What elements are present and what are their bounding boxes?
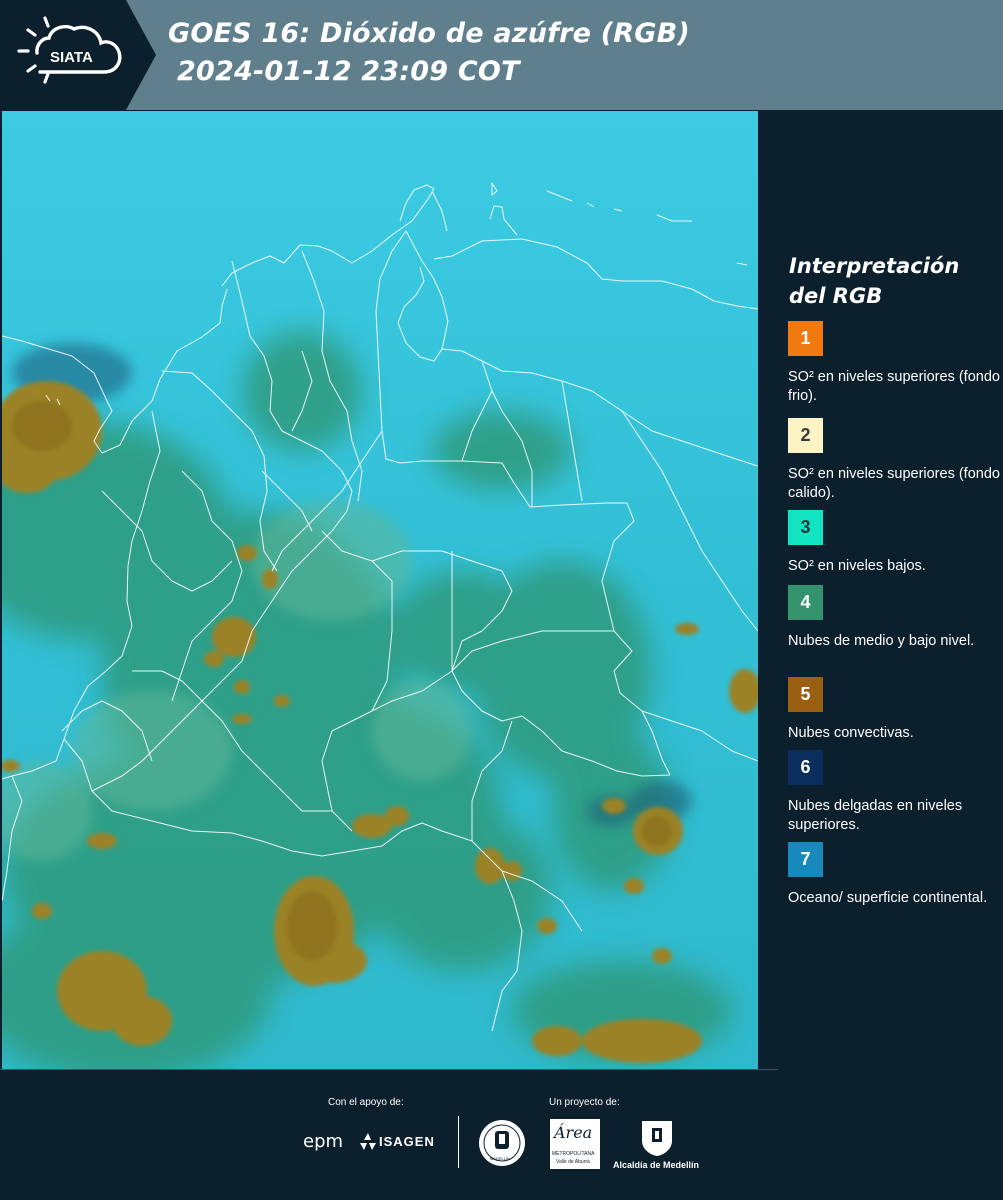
legend-swatch-4: 4	[788, 585, 823, 620]
satellite-map[interactable]	[2, 111, 758, 1069]
legend-item-7: 7 Oceano/ superficie continental.	[788, 842, 1000, 908]
alcaldia-shield-icon	[640, 1119, 674, 1157]
footer-divider	[0, 1069, 778, 1070]
legend-label-4: Nubes de medio y bajo nivel.	[788, 633, 975, 649]
isagen-icon	[360, 1133, 376, 1150]
legend-swatch-2: 2	[788, 418, 823, 453]
legend-swatch-3: 3	[788, 510, 823, 545]
medellin-seal-logo[interactable]: MEDELLÍN	[478, 1119, 526, 1167]
page-title: GOES 16: Dióxido de azúfre (RGB)	[168, 18, 690, 49]
area-metropolitana-logo[interactable]: Área METROPOLITANA Valle de Aburrá	[550, 1119, 600, 1169]
legend-title: Interpretación del RGB	[789, 251, 989, 311]
area-logo-sub2: Valle de Aburrá	[556, 1159, 590, 1165]
legend-label-2: SO² en niveles superiores (fondo calido)…	[788, 466, 1000, 501]
siata-logo-text: SIATA	[50, 49, 93, 66]
legend-item-5: 5 Nubes convectivas.	[788, 677, 1000, 743]
legend-item-3: 3 SO² en niveles bajos.	[788, 510, 1000, 576]
legend-title-line1: Interpretación	[789, 254, 960, 278]
legend-swatch-1: 1	[788, 321, 823, 356]
legend-label-5: Nubes convectivas.	[788, 725, 914, 741]
legend-label-1: SO² en niveles superiores (fondo frio).	[788, 369, 1000, 404]
project-label: Un proyecto de:	[549, 1097, 620, 1108]
header-bar: SIATA GOES 16: Dióxido de azúfre (RGB) 2…	[0, 0, 1003, 110]
area-logo-main: Área	[554, 1123, 593, 1142]
legend-panel: Interpretación del RGB 1 SO² en niveles …	[760, 111, 1003, 1069]
legend-label-7: Oceano/ superficie continental.	[788, 890, 988, 906]
legend-swatch-6: 6	[788, 750, 823, 785]
area-logo-sub: METROPOLITANA	[552, 1151, 595, 1157]
legend-label-3: SO² en niveles bajos.	[788, 558, 926, 574]
epm-logo[interactable]: epm	[303, 1131, 343, 1152]
legend-item-4: 4 Nubes de medio y bajo nivel.	[788, 585, 1000, 651]
medellin-seal-text: MEDELLÍN	[490, 1156, 511, 1161]
legend-swatch-7: 7	[788, 842, 823, 877]
siata-logo[interactable]: SIATA	[0, 0, 158, 110]
page-timestamp: 2024-01-12 23:09 COT	[177, 56, 520, 87]
footer: Con el apoyo de: Un proyecto de: epm ISA…	[0, 1069, 1003, 1200]
legend-item-2: 2 SO² en niveles superiores (fondo calid…	[788, 418, 1000, 503]
support-label: Con el apoyo de:	[328, 1097, 404, 1108]
alcaldia-logo-text[interactable]: Alcaldía de Medellín	[613, 1160, 699, 1170]
isagen-text: ISAGEN	[379, 1134, 435, 1149]
legend-label-6: Nubes delgadas en niveles superiores.	[788, 798, 963, 833]
legend-item-6: 6 Nubes delgadas en niveles superiores.	[788, 750, 1000, 835]
legend-title-line2: del RGB	[789, 284, 883, 308]
isagen-logo[interactable]: ISAGEN	[360, 1133, 438, 1153]
legend-item-1: 1 SO² en niveles superiores (fondo frio)…	[788, 321, 1000, 406]
footer-separator	[458, 1116, 459, 1168]
legend-swatch-5: 5	[788, 677, 823, 712]
